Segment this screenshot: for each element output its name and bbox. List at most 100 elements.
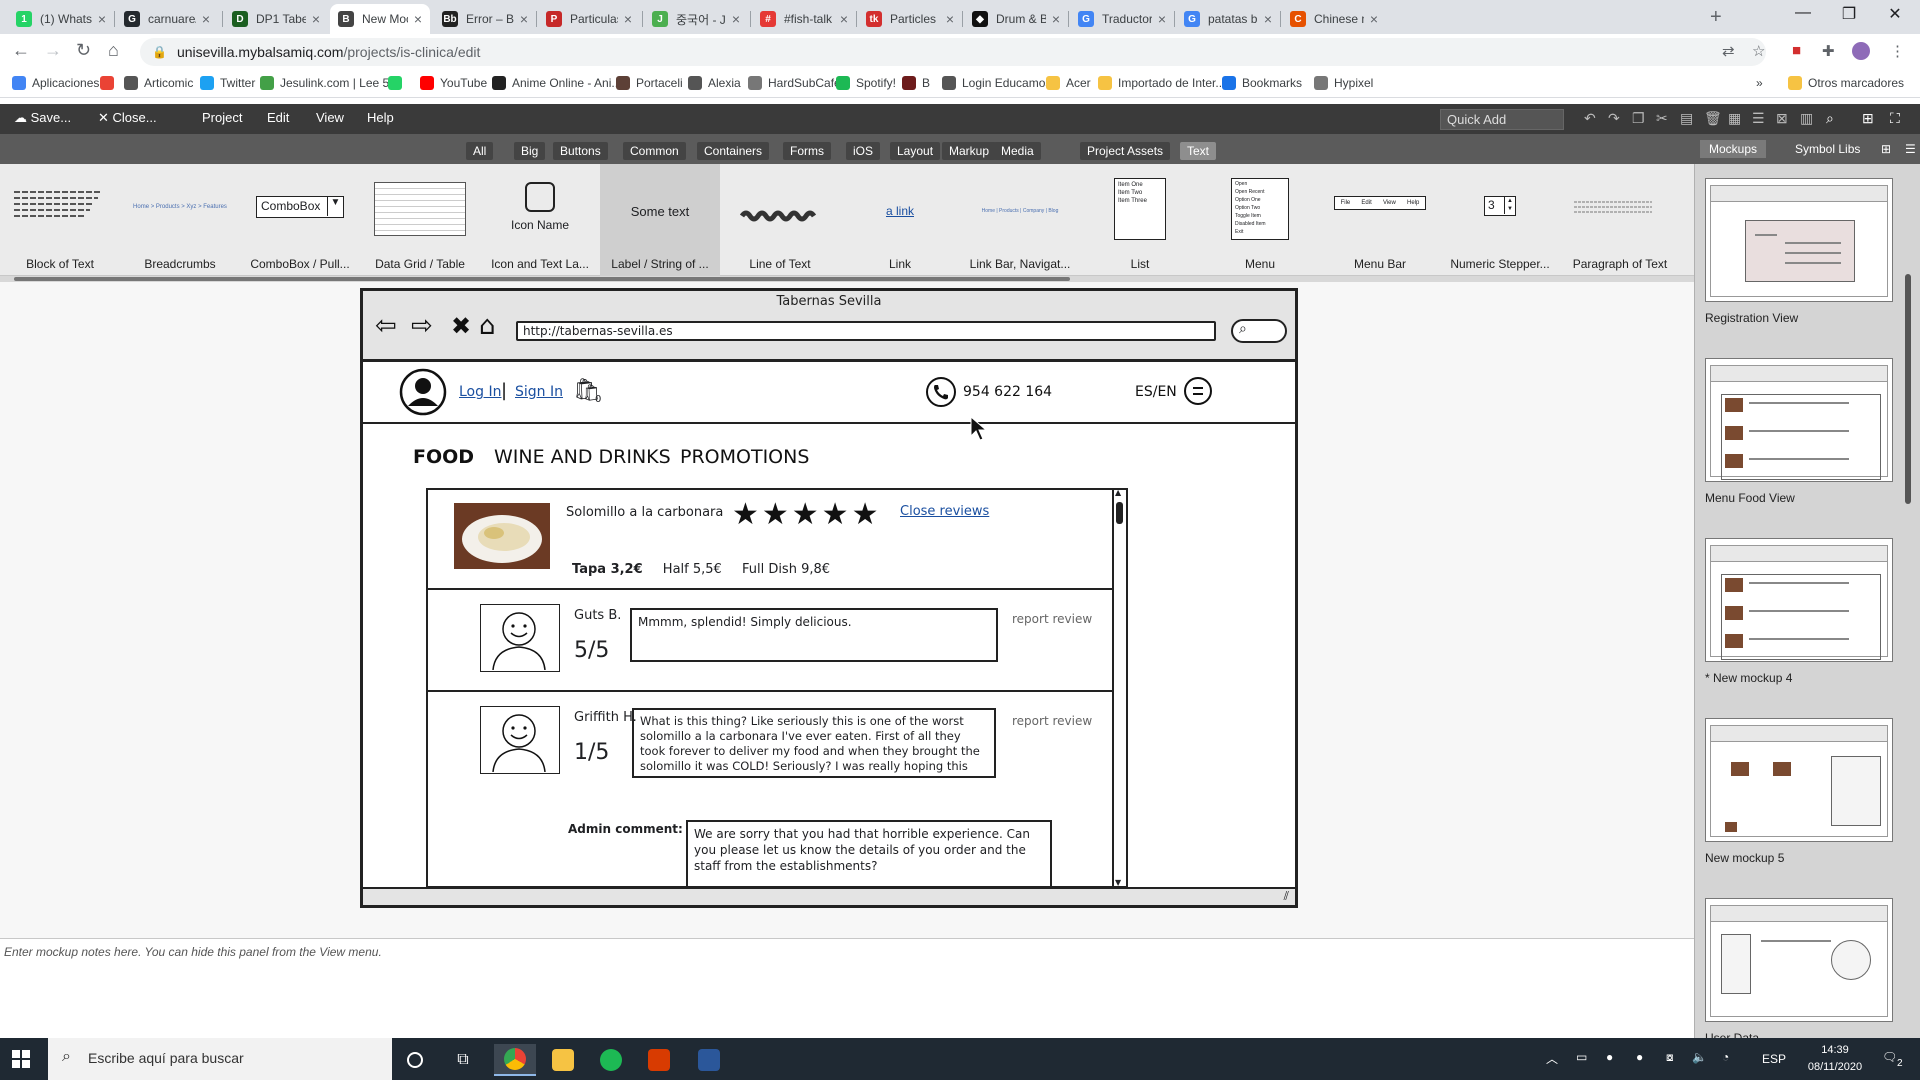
notification-center-icon[interactable]: 🗨	[1882, 1050, 1897, 1064]
bookmark-item[interactable]: Spotify!	[836, 76, 896, 90]
component-linkbar[interactable]: Home | Products | Company | Blog Link Bar…	[960, 164, 1080, 276]
tab-close-icon[interactable]: ×	[1052, 11, 1060, 27]
menu-edit[interactable]: Edit	[267, 110, 289, 125]
category-buttons[interactable]: Buttons	[553, 142, 608, 160]
mockup-thumbnail-label[interactable]: * New mockup 4	[1705, 671, 1792, 685]
bookmark-item[interactable]: HardSubCafe	[748, 76, 841, 90]
profile-avatar[interactable]	[1852, 42, 1870, 60]
category-project-assets[interactable]: Project Assets	[1080, 142, 1171, 160]
mockup-thumbnail-label[interactable]: New mockup 5	[1705, 851, 1784, 865]
browser-menu-icon[interactable]: ⋮	[1890, 42, 1905, 60]
component-list[interactable]: Item One Item Two Item Three List	[1080, 164, 1200, 276]
report-review-link[interactable]: report review	[1012, 612, 1092, 626]
component-menu[interactable]: Open Open Recent Option One Option Two Toggl…	[1200, 164, 1320, 276]
category-layout[interactable]: Layout	[890, 142, 941, 160]
bookmark-item[interactable]	[388, 76, 408, 90]
tab-taberna[interactable]: D DP1 Taberna ×	[224, 4, 328, 34]
tab-blackboard[interactable]: Bb Error – Black ×	[434, 4, 536, 34]
network-icon[interactable]: ◔	[1722, 1050, 1729, 1064]
panel-scroll-thumb[interactable]	[1116, 502, 1123, 524]
taskbar-file-explorer-icon[interactable]	[542, 1044, 584, 1076]
tab-drum[interactable]: ◆ Drum & Bas ×	[964, 4, 1068, 34]
category-markup[interactable]: Markup	[942, 142, 997, 160]
bookmark-item[interactable]: Portaceli	[616, 76, 683, 90]
mockup-thumbnail[interactable]	[1705, 358, 1893, 482]
address-bar[interactable]: 🔒 unisevilla.mybalsamiq.com/projects/is-…	[140, 38, 1766, 66]
tray-app-icon[interactable]: ●	[1636, 1050, 1643, 1064]
tab-close-icon[interactable]: ×	[312, 11, 320, 27]
tab-particle[interactable]: P Particulas re ×	[538, 4, 640, 34]
redo-icon[interactable]: ↷	[1608, 110, 1620, 127]
tab-jisho[interactable]: J 중국어 - Jish ×	[644, 4, 748, 34]
bookmark-item[interactable]: Articomic	[124, 76, 193, 90]
nav-wine-and-drinks[interactable]: WINE AND DRINKS	[494, 446, 671, 468]
list-view-icon[interactable]: ☰	[1896, 140, 1920, 158]
panel-tab-symbol-libs[interactable]: Symbol Libs	[1786, 140, 1869, 158]
category-media[interactable]: Media	[994, 142, 1041, 160]
bookmark-item[interactable]: B	[902, 76, 930, 90]
component-combobox[interactable]: ComboBox ▼ ComboBox / Pull...	[240, 164, 360, 276]
scroll-up-icon[interactable]: ▲	[1115, 490, 1121, 497]
tab-translate[interactable]: G Traductor de ×	[1070, 4, 1174, 34]
tab-discord[interactable]: # #fish-talk ×	[752, 4, 856, 34]
tab-close-icon[interactable]: ×	[732, 11, 740, 27]
close-reviews-link[interactable]: Close reviews	[900, 504, 989, 519]
tab-whatsapp[interactable]: 1 (1) WhatsApp ×	[8, 4, 114, 34]
tab-close-icon[interactable]: ×	[98, 11, 106, 27]
display-icon[interactable]: ⧇	[1666, 1050, 1674, 1065]
component-label[interactable]: Some text Label / String of ...	[600, 164, 720, 276]
mockup-search-field[interactable]: ⌕	[1231, 319, 1287, 343]
scroll-down-icon[interactable]: ▼	[1115, 878, 1121, 886]
lock-element-icon[interactable]: ⊠	[1776, 110, 1788, 127]
mockup-thumbnail[interactable]	[1705, 718, 1893, 842]
menu-project[interactable]: Project	[202, 110, 242, 125]
mockup-window[interactable]: Tabernas Sevilla ⇦ ⇨ ✖ ⌂ http://tabernas…	[360, 288, 1298, 908]
mockup-home-icon[interactable]: ⌂	[479, 313, 496, 339]
cut-icon[interactable]: ✂	[1656, 110, 1668, 127]
panel-scrollbar[interactable]: ▲ ▼	[1112, 490, 1126, 886]
tab-close-icon[interactable]: ×	[414, 11, 422, 27]
component-link[interactable]: a link Link	[840, 164, 960, 276]
copy-icon[interactable]: ❐	[1632, 110, 1645, 127]
category-text[interactable]: Text	[1180, 142, 1217, 160]
tab-tofugu[interactable]: tk Particles use ×	[858, 4, 962, 34]
bookmark-item[interactable]	[100, 76, 120, 90]
category-all[interactable]: All	[466, 142, 494, 160]
bookmark-item[interactable]: YouTube	[420, 76, 487, 90]
mockup-thumbnail-label[interactable]: Registration View	[1705, 311, 1798, 325]
component-grid[interactable]: Data Grid / Table	[360, 164, 480, 276]
reload-icon[interactable]: ↻	[76, 40, 91, 61]
tray-app-icon[interactable]: ●	[1606, 1050, 1613, 1064]
login-link[interactable]: Log In	[459, 384, 501, 400]
mockup-thumbnail-label[interactable]: Menu Food View	[1705, 491, 1795, 505]
tab-close-icon[interactable]: ×	[1264, 11, 1272, 27]
bookmark-item[interactable]: Acer	[1046, 76, 1091, 90]
tab-github[interactable]: Gcarnuare/tal ×	[116, 4, 218, 34]
mockup-notes-panel[interactable]: Enter mockup notes here. You can hide th…	[0, 938, 1694, 1038]
mockup-thumbnail[interactable]	[1705, 538, 1893, 662]
other-bookmarks[interactable]: Otros marcadores	[1788, 76, 1904, 90]
input-language[interactable]: ESP	[1762, 1052, 1786, 1066]
tab-google[interactable]: Gpatatas brav ×	[1176, 4, 1280, 34]
taskbar-spotify-icon[interactable]	[590, 1044, 632, 1076]
quick-add-input[interactable]: Quick Add	[1440, 109, 1564, 130]
taskbar-clock[interactable]: 14:39 08/11/2020	[1790, 1042, 1880, 1076]
undo-icon[interactable]: ↶	[1584, 110, 1596, 127]
category-ios[interactable]: iOS	[846, 142, 881, 160]
signin-link[interactable]: Sign In	[515, 384, 563, 400]
mockup-forward-icon[interactable]: ⇨	[411, 313, 433, 339]
resize-grip-icon[interactable]: ⫽	[1284, 889, 1289, 904]
tab-close-icon[interactable]: ×	[840, 11, 848, 27]
nav-promotions[interactable]: PROMOTIONS	[680, 446, 809, 468]
mockup-stop-icon[interactable]: ✖	[451, 313, 471, 339]
component-paragraph[interactable]: Paragraph of Text	[1560, 164, 1680, 276]
extension-icon[interactable]: ■	[1792, 42, 1801, 59]
taskbar-office-icon[interactable]	[638, 1044, 680, 1076]
align-icon[interactable]: ☰	[1752, 110, 1765, 127]
category-common[interactable]: Common	[623, 142, 686, 160]
task-view-icon[interactable]: ⧉	[442, 1044, 484, 1076]
library-scroll-thumb[interactable]	[14, 277, 1070, 281]
tab-close-icon[interactable]: ×	[1158, 11, 1166, 27]
window-minimize-button[interactable]: —	[1780, 4, 1826, 22]
bookmarks-overflow-button[interactable]: »	[1756, 76, 1763, 90]
